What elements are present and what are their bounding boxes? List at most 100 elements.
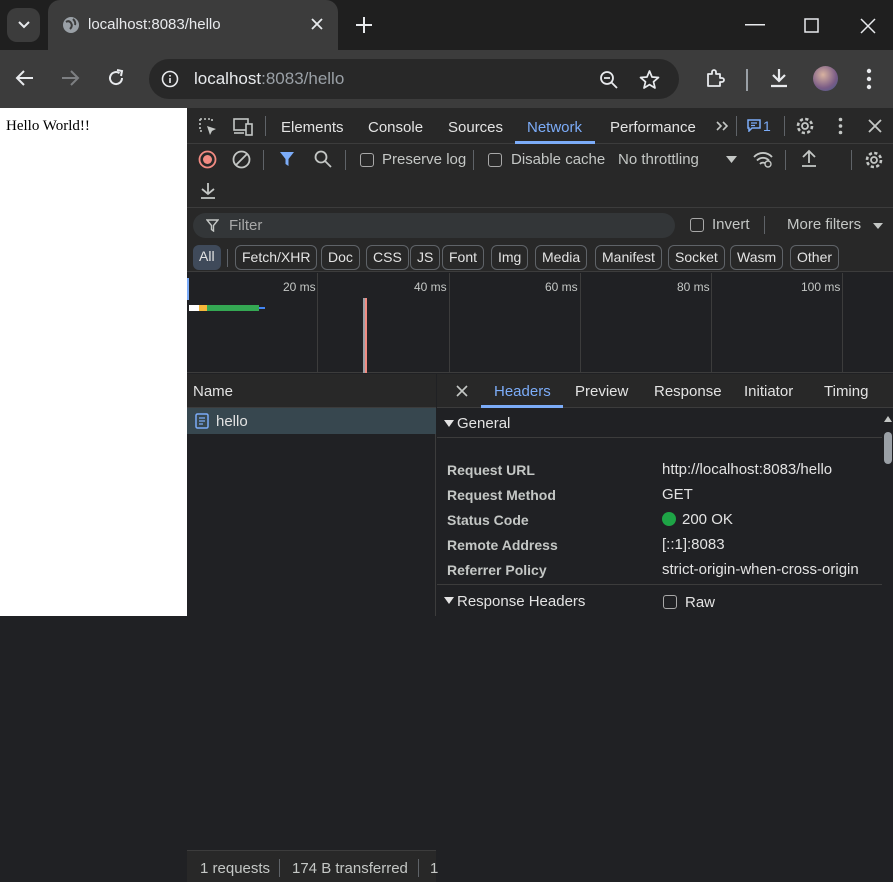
general-section-header[interactable]: General [437, 408, 882, 438]
filter-chip-other[interactable]: Other [790, 245, 840, 270]
close-icon[interactable] [868, 119, 882, 133]
tab-search-button[interactable] [7, 8, 40, 42]
scroll-up-icon[interactable] [884, 416, 892, 422]
plus-icon[interactable] [354, 15, 374, 35]
disable-cache-label: Disable cache [511, 151, 606, 168]
preserve-log-checkbox[interactable] [360, 153, 374, 167]
timeline-label: 40 ms [414, 280, 447, 294]
minimize-icon[interactable] [745, 24, 765, 26]
divider [345, 150, 346, 170]
expand-triangle-icon [444, 420, 454, 427]
download-icon[interactable] [768, 67, 790, 89]
filter-chip-img[interactable]: Img [491, 245, 529, 270]
request-row[interactable]: hello [187, 408, 436, 434]
filter-chip-css[interactable]: CSS [366, 245, 409, 270]
close-icon[interactable] [860, 18, 876, 34]
tab-console[interactable]: Console [368, 119, 423, 136]
tab-response[interactable]: Response [654, 383, 722, 400]
tab-network[interactable]: Network [527, 119, 582, 136]
header-value: http://localhost:8083/hello [662, 461, 833, 478]
search-icon[interactable] [314, 150, 332, 168]
divider [473, 150, 474, 170]
column-name-label: Name [193, 383, 234, 400]
filter-chip-media[interactable]: Media [535, 245, 588, 270]
tab-sources[interactable]: Sources [448, 119, 503, 136]
network-status-bar: 1 requests 174 B transferred 1 [187, 850, 438, 882]
reload-icon[interactable] [106, 68, 126, 88]
close-icon[interactable] [456, 385, 468, 397]
kebab-menu-icon[interactable] [838, 117, 843, 135]
load-event-marker [365, 298, 367, 373]
zoom-icon[interactable] [599, 70, 619, 90]
site-info-icon[interactable] [161, 70, 179, 88]
tab-performance[interactable]: Performance [610, 119, 696, 136]
timeline-label: 60 ms [545, 280, 578, 294]
close-icon[interactable] [310, 17, 324, 31]
tab-elements[interactable]: Elements [281, 119, 344, 136]
timeline-label: 20 ms [283, 280, 316, 294]
clear-icon[interactable] [232, 150, 251, 169]
device-icon[interactable] [232, 117, 254, 137]
tab-headers[interactable]: Headers [494, 383, 551, 400]
network-overview[interactable]: 20 ms 40 ms 60 ms 80 ms 100 ms [187, 273, 893, 373]
more-filters-dropdown[interactable]: More filters [787, 216, 861, 233]
header-key: Referrer Policy [447, 562, 547, 578]
active-tab[interactable]: localhost:8083/hello [48, 0, 338, 50]
filter-chip-manifest[interactable]: Manifest [595, 245, 662, 270]
filter-chip-fetch-xhr[interactable]: Fetch/XHR [235, 245, 318, 270]
forward-icon[interactable] [60, 69, 80, 87]
throttling-select[interactable]: No throttling [618, 151, 699, 168]
divider [265, 116, 266, 136]
details-scrollbar[interactable] [882, 408, 893, 616]
divider [784, 116, 785, 136]
disable-cache-checkbox[interactable] [488, 153, 502, 167]
filter-chip-socket[interactable]: Socket [668, 245, 725, 270]
funnel-icon[interactable] [279, 151, 295, 167]
response-headers-title: Response Headers [457, 593, 586, 610]
divider [227, 249, 228, 267]
issues-count[interactable]: 1 [763, 118, 771, 134]
network-conditions-icon[interactable] [752, 150, 774, 168]
page-text: Hello World!! [6, 118, 90, 134]
toolbar-divider [746, 69, 748, 91]
filter-chip-wasm[interactable]: Wasm [730, 245, 784, 270]
tab-preview[interactable]: Preview [575, 383, 628, 400]
divider [263, 150, 264, 170]
record-icon[interactable] [198, 150, 217, 169]
filter-row: Filter Invert More filters [187, 208, 893, 240]
invert-checkbox[interactable] [690, 218, 704, 232]
avatar[interactable] [813, 66, 838, 91]
status-ok-dot [662, 512, 676, 526]
upload-icon[interactable] [800, 149, 818, 168]
more-tabs-icon[interactable] [716, 121, 730, 131]
settings-icon[interactable] [864, 150, 884, 170]
raw-label: Raw [685, 594, 716, 611]
kebab-menu-icon[interactable] [866, 68, 872, 90]
page-viewport: Hello World!! [0, 108, 187, 616]
request-bar-download [207, 305, 259, 311]
inspect-icon[interactable] [198, 117, 218, 137]
response-headers-section-header[interactable]: Response Headers Raw [437, 584, 882, 616]
filter-chip-doc[interactable]: Doc [321, 245, 360, 270]
raw-checkbox[interactable] [663, 595, 677, 609]
filter-chip-font[interactable]: Font [442, 245, 485, 270]
settings-icon[interactable] [795, 116, 815, 136]
status-code-value: 200 OK [662, 511, 733, 528]
name-column-header[interactable]: Name [187, 374, 436, 408]
maximize-icon[interactable] [804, 18, 819, 33]
tab-timing[interactable]: Timing [824, 383, 868, 400]
address-bar[interactable]: localhost:8083/hello [149, 59, 679, 99]
extensions-icon[interactable] [704, 68, 726, 90]
filter-input[interactable]: Filter [193, 213, 675, 238]
download-icon[interactable] [199, 181, 217, 200]
filter-chip-js[interactable]: JS [410, 245, 441, 270]
filter-chip-all[interactable]: All [193, 245, 221, 270]
star-icon[interactable] [639, 69, 660, 90]
timeline-gridline [449, 273, 450, 373]
issues-icon[interactable] [747, 119, 761, 132]
request-details: Headers Preview Response Initiator Timin… [437, 374, 893, 616]
tab-initiator[interactable]: Initiator [744, 383, 793, 400]
overview-handle[interactable] [187, 278, 189, 300]
scroll-thumb[interactable] [884, 432, 892, 464]
back-icon[interactable] [15, 69, 35, 87]
